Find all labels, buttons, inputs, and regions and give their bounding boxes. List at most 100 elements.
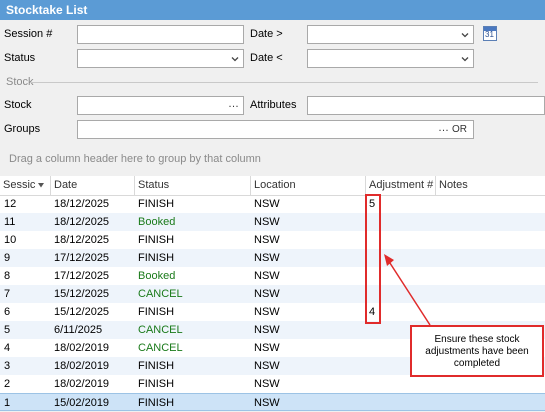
cell-location: NSW	[254, 360, 280, 372]
column-header-location[interactable]: Location	[250, 176, 365, 195]
stock-browse-button[interactable]: …	[228, 98, 239, 110]
groups-browse-button[interactable]: …	[438, 122, 449, 134]
table-row[interactable]: 7 15/12/2025 CANCEL NSW	[0, 285, 545, 303]
date-from-combo[interactable]	[307, 25, 474, 44]
cell-status: FINISH	[138, 306, 175, 318]
section-divider	[30, 82, 538, 83]
groups-label: Groups	[4, 123, 41, 135]
cell-date: 15/12/2025	[54, 288, 110, 300]
cell-status: FINISH	[138, 252, 175, 264]
cell-status: FINISH	[138, 198, 175, 210]
date-to-label: Date <	[250, 52, 283, 64]
cell-date: 17/12/2025	[54, 252, 110, 264]
cell-session: 2	[4, 378, 11, 390]
cell-location: NSW	[254, 378, 280, 390]
cell-date: 18/02/2019	[54, 378, 110, 390]
cell-date: 18/02/2019	[54, 360, 110, 372]
annotation-arrow-icon	[384, 254, 431, 326]
annotation-callout: Ensure these stock adjustments have been…	[410, 325, 544, 377]
cell-location: NSW	[254, 216, 280, 228]
date-to-combo[interactable]	[307, 49, 474, 68]
table-row[interactable]: 2 18/02/2019 FINISH NSW	[0, 375, 545, 393]
sort-descending-icon	[38, 183, 44, 188]
chevron-down-icon	[461, 57, 469, 62]
calendar-day-text: 31	[485, 30, 494, 39]
table-row[interactable]: 12 18/12/2025 FINISH NSW 5	[0, 195, 545, 213]
table-row[interactable]: 11 18/12/2025 Booked NSW	[0, 213, 545, 231]
cell-date: 15/02/2019	[54, 397, 110, 409]
cell-notes	[435, 375, 545, 393]
column-header-adjustment[interactable]: Adjustment #	[365, 176, 435, 195]
cell-location: NSW	[254, 270, 280, 282]
cell-location: NSW	[254, 234, 280, 246]
table-row[interactable]: 9 17/12/2025 FINISH NSW	[0, 249, 545, 267]
cell-status: Booked	[138, 270, 176, 282]
chevron-down-icon	[231, 57, 239, 62]
status-label: Status	[4, 52, 36, 64]
cell-session: 8	[4, 270, 11, 282]
cell-adjustment	[365, 394, 435, 412]
groups-field[interactable]: … OR	[77, 120, 474, 139]
attributes-label: Attributes	[250, 99, 297, 111]
cell-notes	[435, 303, 545, 321]
table-row[interactable]: 8 17/12/2025 Booked NSW	[0, 267, 545, 285]
group-by-hint: Drag a column header here to group by th…	[9, 153, 261, 165]
cell-status: CANCEL	[138, 288, 183, 300]
cell-location: NSW	[254, 306, 280, 318]
calendar-icon[interactable]: 31	[483, 26, 497, 41]
cell-notes	[435, 195, 545, 213]
column-header-session[interactable]: Sessic	[0, 176, 50, 195]
cell-status: FINISH	[138, 378, 175, 390]
cell-location: NSW	[254, 198, 280, 210]
cell-location: NSW	[254, 288, 280, 300]
attributes-input[interactable]	[307, 96, 545, 115]
cell-notes	[435, 231, 545, 249]
session-input[interactable]	[77, 25, 244, 44]
session-label: Session #	[4, 28, 53, 40]
chevron-down-icon	[461, 33, 469, 38]
cell-date: 6/11/2025	[54, 324, 103, 336]
status-combo[interactable]	[77, 49, 244, 68]
cell-location: NSW	[254, 397, 280, 409]
stock-label: Stock	[4, 99, 32, 111]
cell-location: NSW	[254, 324, 280, 336]
cell-session: 5	[4, 324, 11, 336]
cell-notes	[435, 267, 545, 285]
cell-notes	[435, 285, 545, 303]
cell-notes	[435, 213, 545, 231]
cell-date: 15/12/2025	[54, 306, 110, 318]
window-title: Stocktake List	[0, 0, 545, 20]
cell-date: 18/12/2025	[54, 234, 110, 246]
table-row[interactable]: 10 18/12/2025 FINISH NSW	[0, 231, 545, 249]
cell-session: 6	[4, 306, 11, 318]
cell-status: Booked	[138, 216, 176, 228]
cell-status: CANCEL	[138, 342, 183, 354]
table-row[interactable]: 6 15/12/2025 FINISH NSW 4	[0, 303, 545, 321]
cell-status: FINISH	[138, 360, 175, 372]
cell-session: 11	[4, 216, 16, 228]
grid-header: Sessic Date Status Location Adjustment #…	[0, 176, 545, 196]
cell-location: NSW	[254, 342, 280, 354]
cell-session: 1	[4, 397, 11, 409]
annotation-highlight-box	[365, 194, 381, 324]
cell-status: FINISH	[138, 397, 175, 409]
cell-session: 9	[4, 252, 11, 264]
date-from-label: Date >	[250, 28, 283, 40]
cell-session: 3	[4, 360, 11, 372]
groups-or-toggle[interactable]: OR	[452, 124, 467, 135]
column-header-label: Sessic	[3, 179, 36, 191]
column-header-notes[interactable]: Notes	[435, 176, 545, 195]
cell-adjustment	[365, 375, 435, 393]
cell-session: 4	[4, 342, 11, 354]
cell-date: 18/12/2025	[54, 198, 110, 210]
table-row[interactable]: 1 15/02/2019 FINISH NSW	[0, 393, 545, 411]
stock-field[interactable]: …	[77, 96, 244, 115]
cell-notes	[435, 394, 545, 412]
cell-session: 12	[4, 198, 17, 210]
cell-notes	[435, 249, 545, 267]
cell-session: 10	[4, 234, 17, 246]
cell-session: 7	[4, 288, 11, 300]
column-header-date[interactable]: Date	[50, 176, 134, 195]
cell-status: FINISH	[138, 234, 175, 246]
column-header-status[interactable]: Status	[134, 176, 250, 195]
